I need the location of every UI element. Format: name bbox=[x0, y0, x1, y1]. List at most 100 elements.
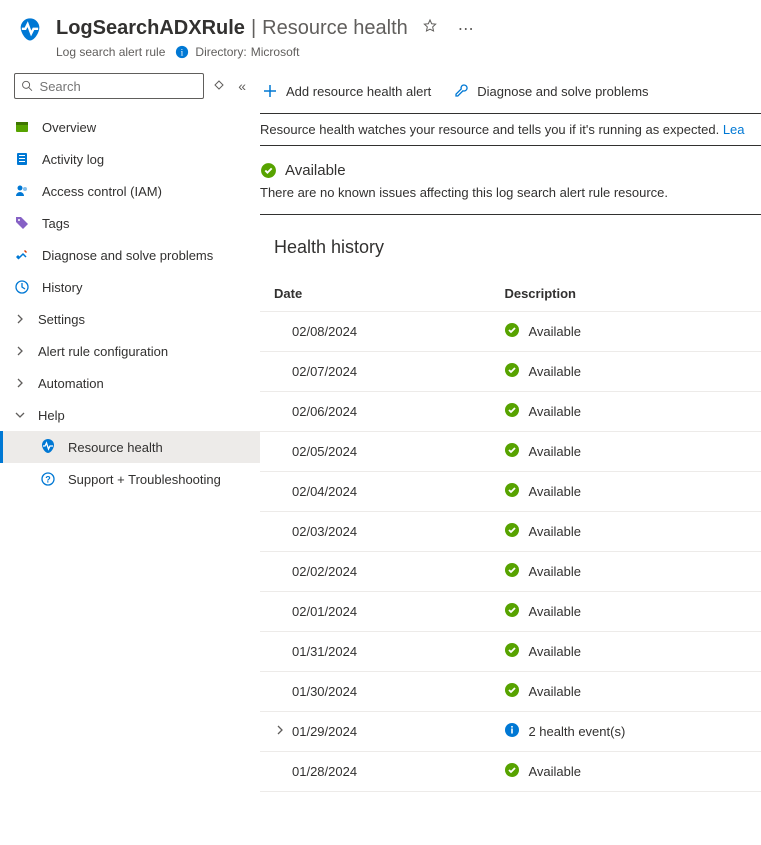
history-row: 02/07/2024Available bbox=[260, 352, 761, 392]
search-icon bbox=[21, 79, 34, 93]
sidebar-nav: Overview Activity log Access control (IA… bbox=[0, 105, 260, 495]
more-button[interactable]: ⋯ bbox=[452, 15, 480, 43]
chevron-right-icon bbox=[274, 724, 288, 736]
history-date: 02/08/2024 bbox=[260, 312, 490, 352]
info-bar: Resource health watches your resource an… bbox=[260, 113, 761, 146]
resource-health-icon bbox=[40, 439, 56, 455]
nav-settings[interactable]: Settings bbox=[0, 303, 260, 335]
check-circle-icon bbox=[504, 682, 528, 701]
history-description: Available bbox=[490, 432, 761, 472]
history-description: Available bbox=[490, 552, 761, 592]
check-circle-icon bbox=[504, 322, 528, 341]
history-description: Available bbox=[490, 592, 761, 632]
resource-name: LogSearchADXRule bbox=[56, 17, 245, 40]
history-description: Available bbox=[490, 512, 761, 552]
nav-overview[interactable]: Overview bbox=[0, 111, 260, 143]
history-date: 02/05/2024 bbox=[260, 432, 490, 472]
health-history-table: Date Description 02/08/2024Available02/0… bbox=[260, 276, 761, 792]
history-icon bbox=[14, 279, 30, 295]
nav-support[interactable]: ? Support + Troubleshooting bbox=[0, 463, 260, 495]
diagnose-button[interactable]: Diagnose and solve problems bbox=[451, 79, 650, 103]
check-circle-icon bbox=[504, 522, 528, 541]
plus-icon bbox=[262, 83, 278, 99]
history-description: Available bbox=[490, 632, 761, 672]
command-bar: Add resource health alert Diagnose and s… bbox=[260, 75, 761, 113]
info-icon: i bbox=[175, 45, 189, 59]
directory-label: Directory: bbox=[195, 45, 246, 59]
history-row: 01/28/2024Available bbox=[260, 752, 761, 792]
history-date: 02/02/2024 bbox=[260, 552, 490, 592]
nav-access-control[interactable]: Access control (IAM) bbox=[0, 175, 260, 207]
nav-activity-log[interactable]: Activity log bbox=[0, 143, 260, 175]
status-description: There are no known issues affecting this… bbox=[260, 185, 761, 200]
history-description: Available bbox=[490, 672, 761, 712]
nav-resource-health[interactable]: Resource health bbox=[0, 431, 260, 463]
history-row: 02/03/2024Available bbox=[260, 512, 761, 552]
chevron-right-icon bbox=[14, 345, 26, 357]
title-separator: | bbox=[251, 17, 256, 40]
tags-icon bbox=[14, 215, 30, 231]
history-date: 02/03/2024 bbox=[260, 512, 490, 552]
chevron-right-icon bbox=[14, 313, 26, 325]
access-control-icon bbox=[14, 183, 30, 199]
current-status: Available There are no known issues affe… bbox=[260, 146, 761, 214]
nav-tags[interactable]: Tags bbox=[0, 207, 260, 239]
search-scope-button[interactable] bbox=[210, 77, 228, 95]
check-circle-icon bbox=[504, 562, 528, 581]
sidebar-search[interactable] bbox=[14, 73, 204, 99]
ellipsis-icon: ⋯ bbox=[458, 21, 474, 38]
history-date: 02/04/2024 bbox=[260, 472, 490, 512]
check-circle-icon bbox=[504, 762, 528, 781]
directory-value: Microsoft bbox=[251, 45, 300, 59]
svg-text:?: ? bbox=[45, 475, 51, 485]
history-description: 2 health event(s) bbox=[490, 712, 761, 752]
blade-title: Resource health bbox=[262, 17, 408, 40]
search-input[interactable] bbox=[40, 79, 198, 94]
check-circle-icon bbox=[504, 602, 528, 621]
nav-automation[interactable]: Automation bbox=[0, 367, 260, 399]
history-row: 01/31/2024Available bbox=[260, 632, 761, 672]
blade-header: LogSearchADXRule | Resource health ⋯ Log… bbox=[0, 0, 761, 67]
info-circle-icon bbox=[504, 722, 528, 741]
history-description: Available bbox=[490, 752, 761, 792]
wrench-icon bbox=[453, 83, 469, 99]
chevron-right-icon bbox=[14, 377, 26, 389]
resource-type-label: Log search alert rule bbox=[56, 45, 165, 59]
nav-history[interactable]: History bbox=[0, 271, 260, 303]
health-history-title: Health history bbox=[260, 237, 761, 276]
nav-alert-rule-config[interactable]: Alert rule configuration bbox=[0, 335, 260, 367]
history-row: 01/30/2024Available bbox=[260, 672, 761, 712]
add-alert-button[interactable]: Add resource health alert bbox=[260, 79, 433, 103]
support-icon: ? bbox=[40, 471, 56, 487]
col-description: Description bbox=[490, 276, 761, 312]
learn-more-link[interactable]: Lea bbox=[723, 122, 745, 137]
history-date: 02/07/2024 bbox=[260, 352, 490, 392]
overview-icon bbox=[14, 119, 30, 135]
history-row: 02/08/2024Available bbox=[260, 312, 761, 352]
svg-text:i: i bbox=[181, 48, 184, 59]
collapse-sidebar-button[interactable]: « bbox=[234, 76, 250, 96]
history-row: 02/01/2024Available bbox=[260, 592, 761, 632]
resource-type-icon bbox=[16, 16, 44, 44]
history-date: 02/06/2024 bbox=[260, 392, 490, 432]
chevron-double-left-icon: « bbox=[238, 78, 246, 94]
history-date: 01/30/2024 bbox=[260, 672, 490, 712]
diagnose-icon bbox=[14, 247, 30, 263]
content-pane: Add resource health alert Diagnose and s… bbox=[260, 67, 761, 792]
nav-help[interactable]: Help bbox=[0, 399, 260, 431]
history-description: Available bbox=[490, 352, 761, 392]
favorite-button[interactable] bbox=[416, 14, 444, 43]
section-divider bbox=[260, 214, 761, 215]
check-circle-icon bbox=[260, 162, 277, 179]
sidebar: « Overview Activity log Access control (… bbox=[0, 67, 260, 792]
nav-diagnose[interactable]: Diagnose and solve problems bbox=[0, 239, 260, 271]
chevron-down-icon bbox=[14, 409, 26, 421]
col-date: Date bbox=[260, 276, 490, 312]
diamond-icon bbox=[214, 80, 224, 90]
history-row: 02/06/2024Available bbox=[260, 392, 761, 432]
history-date: 01/28/2024 bbox=[260, 752, 490, 792]
history-description: Available bbox=[490, 472, 761, 512]
status-label: Available bbox=[285, 162, 346, 179]
history-row[interactable]: 01/29/20242 health event(s) bbox=[260, 712, 761, 752]
history-date: 01/31/2024 bbox=[260, 632, 490, 672]
